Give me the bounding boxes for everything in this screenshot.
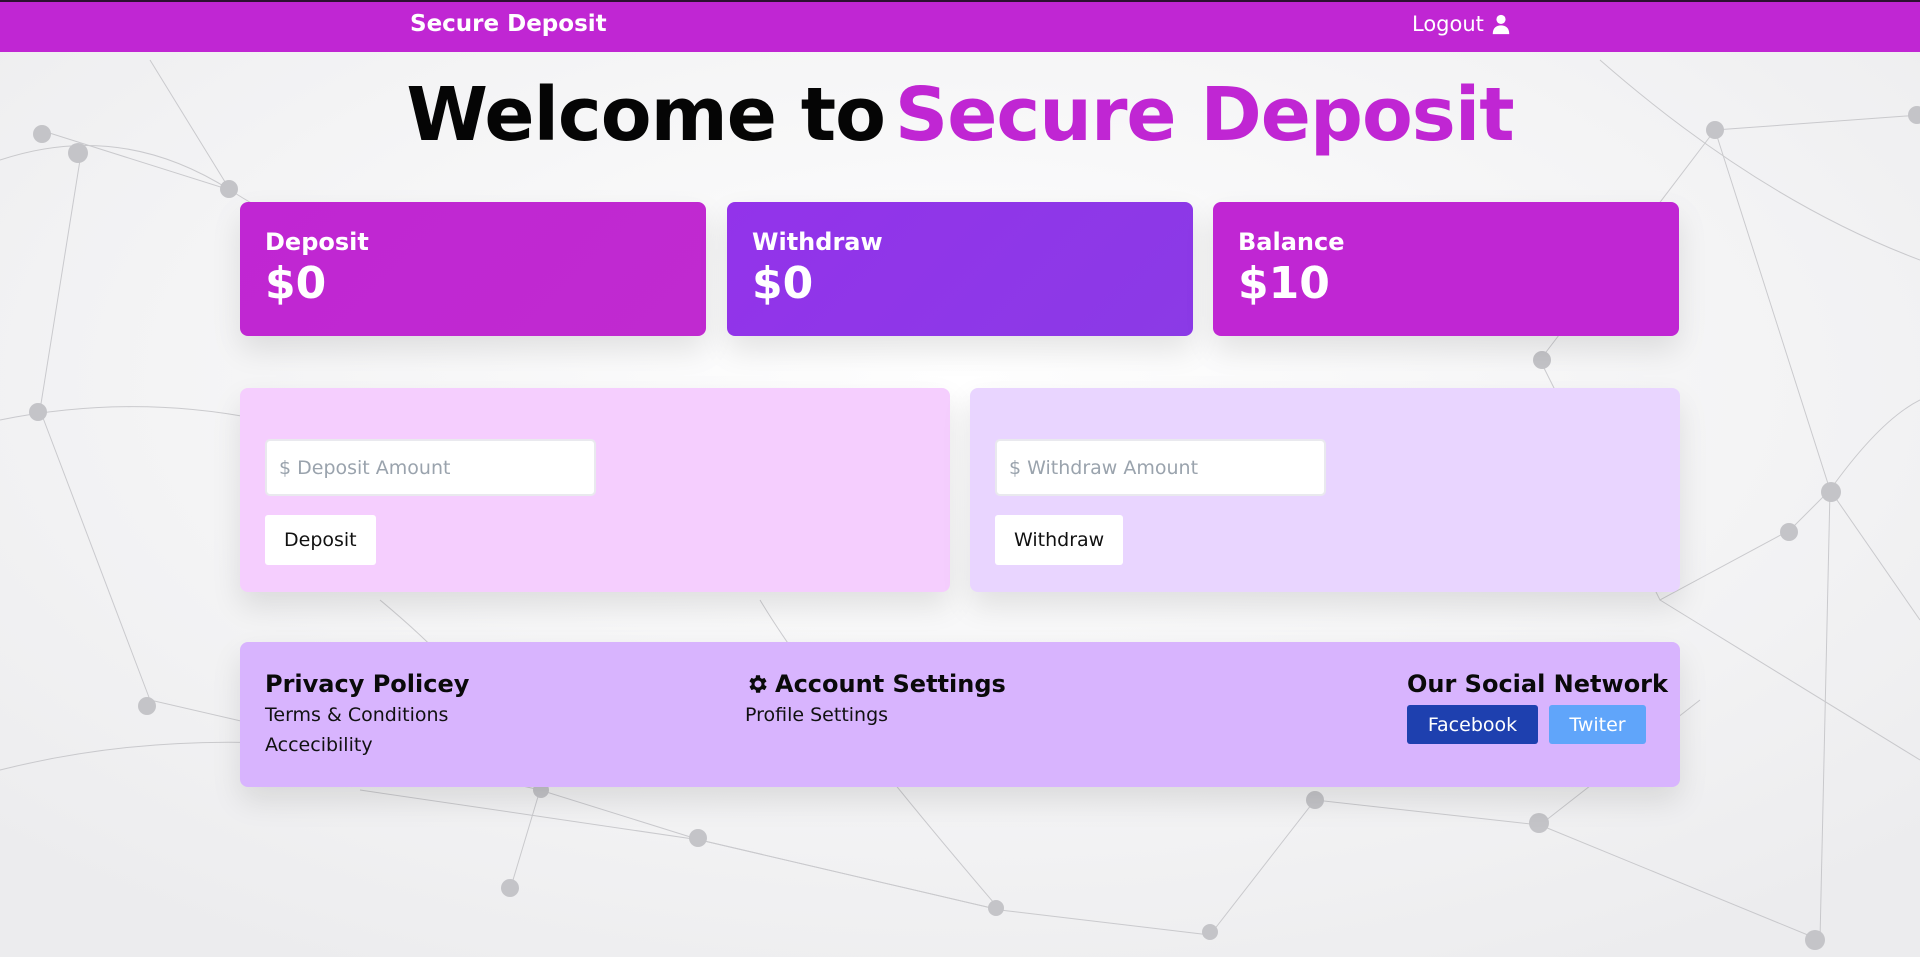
social-network-heading: Our Social Network bbox=[1407, 670, 1668, 698]
terms-link[interactable]: Terms & Conditions bbox=[265, 702, 469, 728]
footer-panel: Privacy Policey Terms & Conditions Accec… bbox=[240, 642, 1680, 787]
welcome-heading: Welcome to Secure Deposit bbox=[0, 72, 1920, 158]
footer-policy-column: Privacy Policey Terms & Conditions Accec… bbox=[265, 670, 469, 758]
withdraw-stat-value: $0 bbox=[752, 258, 814, 309]
privacy-policy-link[interactable]: Privacy Policey bbox=[265, 670, 469, 698]
footer-settings-column: Account Settings Profile Settings bbox=[745, 670, 1006, 728]
withdraw-stat-label: Withdraw bbox=[752, 228, 883, 256]
welcome-text: Welcome to bbox=[406, 72, 886, 158]
gear-icon bbox=[749, 675, 767, 693]
top-navbar: Secure Deposit Logout bbox=[0, 0, 1920, 52]
deposit-stat-value: $0 bbox=[265, 258, 327, 309]
social-buttons: Facebook Twiter bbox=[1407, 705, 1668, 744]
deposit-button[interactable]: Deposit bbox=[265, 515, 376, 565]
profile-settings-link[interactable]: Profile Settings bbox=[745, 702, 1006, 728]
footer-social-column: Our Social Network Facebook Twiter bbox=[1407, 670, 1668, 744]
withdraw-stat-card: Withdraw $0 bbox=[727, 202, 1193, 336]
deposit-stat-card: Deposit $0 bbox=[240, 202, 706, 336]
facebook-button[interactable]: Facebook bbox=[1407, 705, 1538, 744]
accessibility-link[interactable]: Accecibility bbox=[265, 732, 469, 758]
withdraw-form-panel: Withdraw bbox=[970, 388, 1680, 592]
logout-link[interactable]: Logout bbox=[1412, 12, 1512, 36]
deposit-stat-label: Deposit bbox=[265, 228, 369, 256]
account-settings-heading[interactable]: Account Settings bbox=[745, 670, 1006, 698]
user-icon bbox=[1492, 14, 1510, 35]
logout-label: Logout bbox=[1412, 12, 1484, 36]
welcome-brand-text: Secure Deposit bbox=[894, 72, 1515, 158]
brand-name[interactable]: Secure Deposit bbox=[410, 11, 607, 37]
balance-stat-card: Balance $10 bbox=[1213, 202, 1679, 336]
balance-stat-value: $10 bbox=[1238, 258, 1330, 309]
deposit-amount-input[interactable] bbox=[265, 439, 596, 496]
twitter-button[interactable]: Twiter bbox=[1549, 705, 1646, 744]
withdraw-amount-input[interactable] bbox=[995, 439, 1326, 496]
balance-stat-label: Balance bbox=[1238, 228, 1345, 256]
account-settings-label: Account Settings bbox=[775, 670, 1006, 698]
deposit-form-panel: Deposit bbox=[240, 388, 950, 592]
withdraw-button[interactable]: Withdraw bbox=[995, 515, 1124, 565]
